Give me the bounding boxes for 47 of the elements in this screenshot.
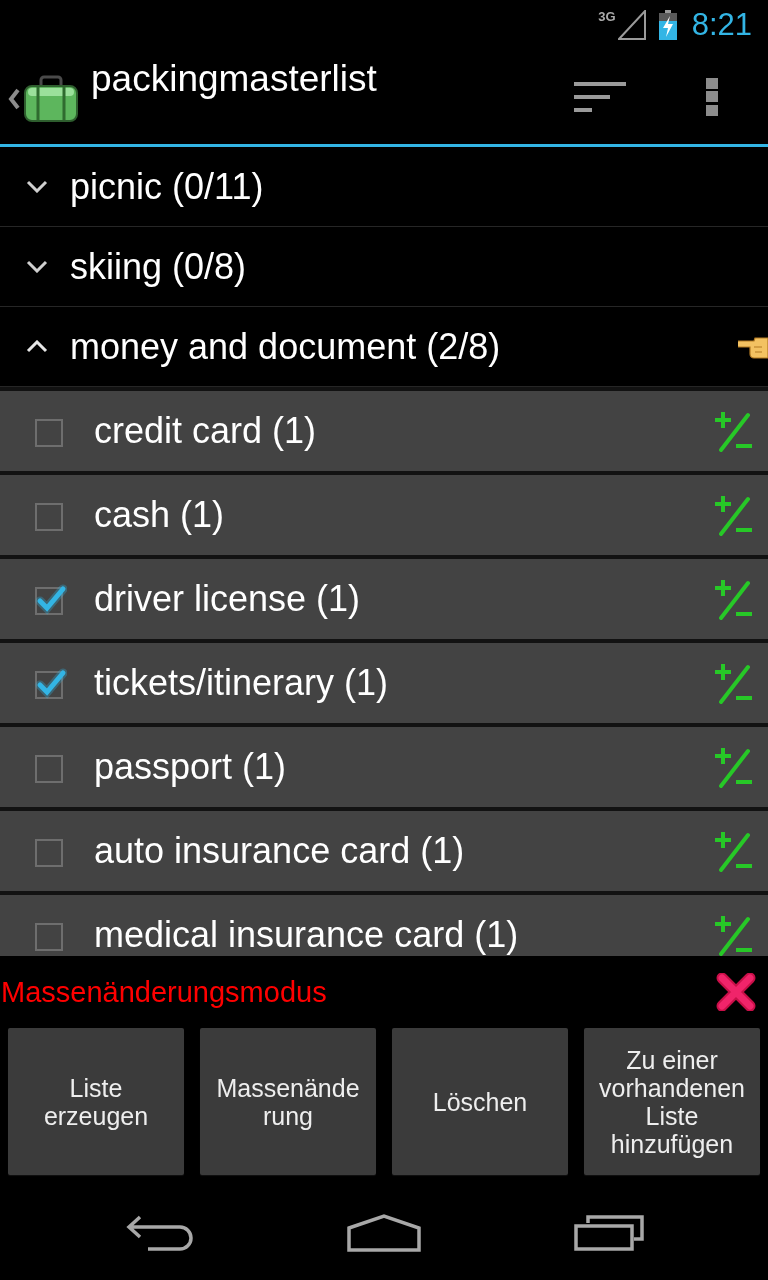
sort-icon: [574, 82, 626, 112]
group-title[interactable]: money and document (2/8): [70, 325, 501, 368]
mode-label: Massenänderungsmodus: [0, 975, 327, 1009]
plus-minus-icon[interactable]: [714, 578, 752, 620]
app-title: packingmasterlist: [91, 58, 377, 100]
clock-time: 8:21: [691, 7, 752, 43]
plus-minus-icon[interactable]: [714, 662, 752, 704]
plus-minus-icon[interactable]: [714, 410, 752, 452]
plus-minus-icon[interactable]: [714, 494, 752, 536]
action-button[interactable]: Massenände rung: [200, 1028, 376, 1175]
action-button[interactable]: Löschen: [392, 1028, 568, 1175]
item-label: cash (1): [94, 496, 225, 534]
action-button[interactable]: Liste erzeugen: [8, 1028, 184, 1175]
chevron-up-icon[interactable]: [26, 340, 48, 353]
suitcase-icon: [23, 75, 79, 123]
list-item-row[interactable]: credit card (1): [0, 387, 768, 471]
list-item-row[interactable]: medical insurance card (1): [0, 891, 768, 956]
item-label: credit card (1): [94, 412, 317, 450]
list-item-row[interactable]: tickets/itinerary (1): [0, 639, 768, 723]
app-home-button[interactable]: [8, 75, 79, 123]
item-label: tickets/itinerary (1): [94, 664, 389, 702]
group-title[interactable]: skiing (0/8): [70, 245, 247, 288]
plus-minus-icon[interactable]: [714, 914, 752, 956]
list-item-row[interactable]: cash (1): [0, 471, 768, 555]
action-button[interactable]: Zu einer vorhandenen Liste hinzufügen: [584, 1028, 760, 1175]
item-label: medical insurance card (1): [94, 916, 519, 954]
battery-charging-icon: [657, 10, 678, 40]
close-icon[interactable]: [716, 973, 756, 1011]
plus-minus-icon[interactable]: [714, 830, 752, 872]
chevron-down-icon[interactable]: [26, 260, 48, 273]
item-label: driver license (1): [94, 580, 361, 618]
list-item-row[interactable]: driver license (1): [0, 555, 768, 639]
item-label: passport (1): [94, 748, 287, 786]
chevron-down-icon[interactable]: [26, 180, 48, 193]
home-icon[interactable]: [347, 1213, 421, 1252]
plus-minus-icon[interactable]: [714, 746, 752, 788]
list-item-row[interactable]: auto insurance card (1): [0, 807, 768, 891]
item-label: auto insurance card (1): [94, 832, 465, 870]
group-title[interactable]: picnic (0/11): [70, 165, 264, 208]
signal-icon: [617, 10, 646, 40]
back-caret-icon: [8, 88, 20, 110]
network-type-label: 3G: [598, 10, 616, 24]
list-item-row[interactable]: passport (1): [0, 723, 768, 807]
more-options-icon[interactable]: [706, 78, 718, 116]
sort-button[interactable]: [574, 82, 626, 112]
recent-apps-icon[interactable]: [574, 1214, 644, 1251]
back-icon[interactable]: [126, 1213, 194, 1252]
